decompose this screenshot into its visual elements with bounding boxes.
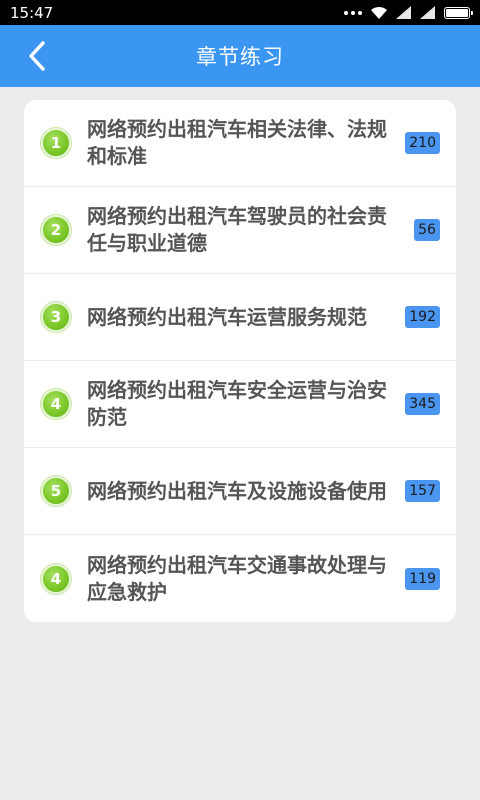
chapter-title: 网络预约出租汽车驾驶员的社会责任与职业道德: [87, 204, 387, 255]
chapter-list: 1 网络预约出租汽车相关法律、法规和标准 210 2 网络预约出租汽车驾驶员的社…: [24, 100, 456, 622]
status-bar: 15:47: [0, 0, 480, 25]
chapter-title: 网络预约出租汽车安全运营与治安防范: [87, 378, 387, 429]
chapter-number-badge: 4: [41, 563, 71, 594]
chapter-number-badge: 4: [41, 389, 71, 419]
app-bar: 章节练习: [0, 25, 480, 87]
chapter-title: 网络预约出租汽车相关法律、法规和标准: [87, 117, 387, 168]
question-count-badge: 345: [405, 393, 440, 415]
chapter-title: 网络预约出租汽车交通事故处理与应急救护: [87, 552, 387, 604]
chapter-title: 网络预约出租汽车运营服务规范: [87, 304, 367, 329]
back-button[interactable]: [18, 37, 56, 75]
cell-signal-icon: [396, 6, 411, 19]
cell-signal-icon: [420, 6, 435, 19]
page-title: 章节练习: [196, 45, 284, 69]
question-count-badge: 157: [405, 480, 440, 502]
signal-dots-icon: [344, 10, 362, 15]
question-count-badge: 192: [405, 306, 440, 328]
chapter-item[interactable]: 1 网络预约出租汽车相关法律、法规和标准 210: [24, 100, 456, 187]
chapter-item[interactable]: 5 网络预约出租汽车及设施设备使用 157: [24, 448, 456, 535]
status-icons: [344, 6, 473, 20]
chapter-number-badge: 2: [41, 215, 71, 245]
chapter-item[interactable]: 4 网络预约出租汽车安全运营与治安防范 345: [24, 361, 456, 448]
battery-icon: [444, 6, 473, 19]
status-time: 15:47: [10, 3, 54, 22]
chevron-left-icon: [29, 41, 45, 71]
chapter-number-badge: 3: [41, 302, 71, 332]
wifi-icon: [371, 6, 387, 19]
chapter-number-badge: 1: [41, 128, 71, 158]
chapter-item[interactable]: 2 网络预约出租汽车驾驶员的社会责任与职业道德 56: [24, 187, 456, 274]
question-count-badge: 210: [405, 132, 440, 154]
question-count-badge: 56: [414, 219, 440, 241]
chapter-number-badge: 5: [41, 476, 71, 506]
chapter-item[interactable]: 4 网络预约出租汽车交通事故处理与应急救护 119: [24, 535, 456, 622]
chapter-item[interactable]: 3 网络预约出租汽车运营服务规范 192: [24, 274, 456, 361]
question-count-badge: 119: [405, 567, 440, 590]
chapter-title: 网络预约出租汽车及设施设备使用: [87, 478, 387, 503]
